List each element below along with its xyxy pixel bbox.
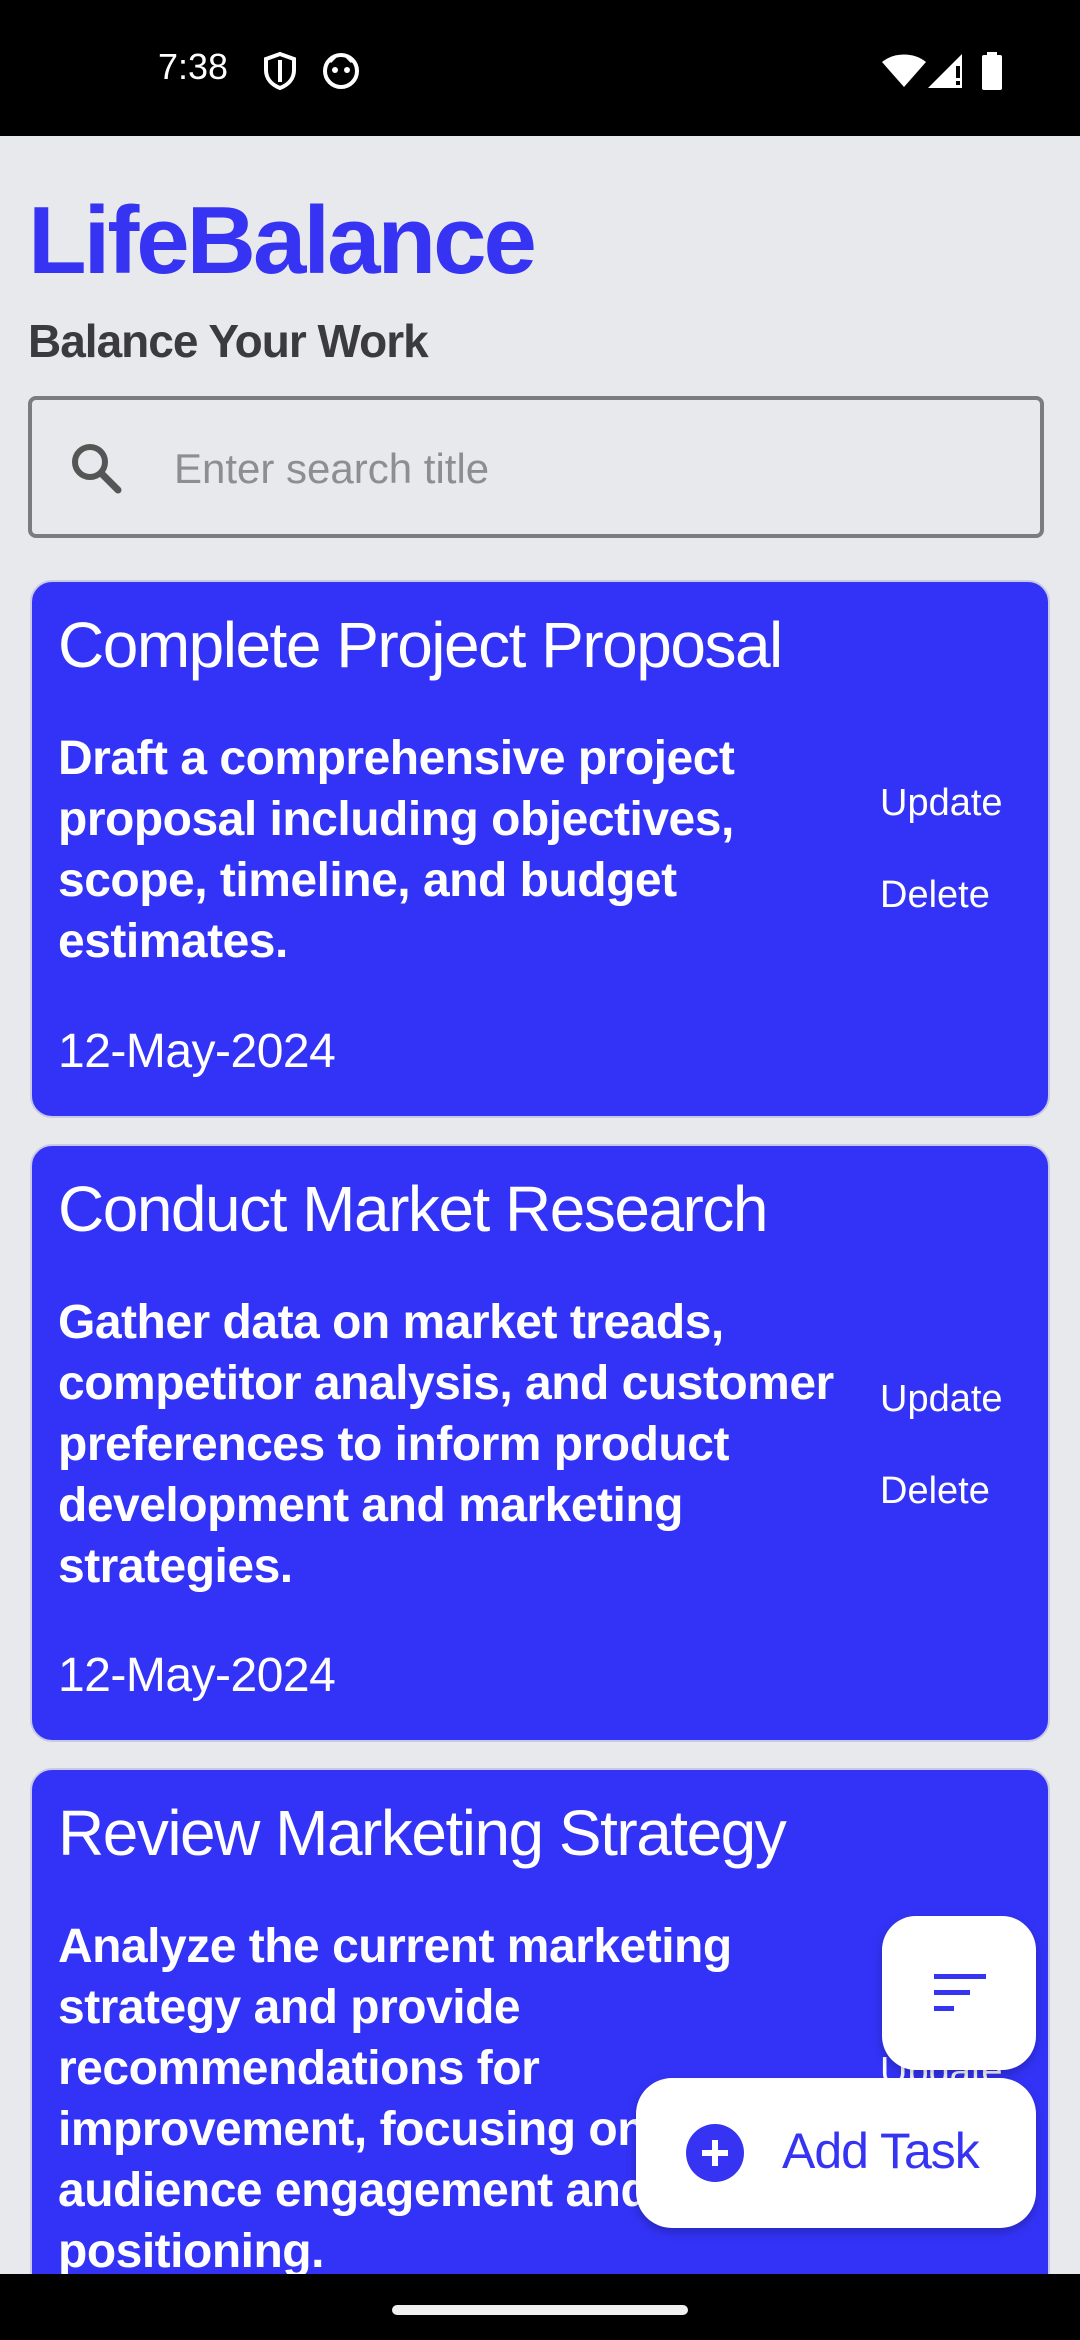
task-description: Draft a comprehensive project proposal i… [58, 732, 735, 968]
add-circle-icon [686, 2124, 744, 2182]
status-bar: 7:38 [0, 0, 1080, 136]
shield-icon [264, 52, 296, 90]
delete-button[interactable]: Delete [880, 874, 990, 917]
task-date: 12-May-2024 [58, 1649, 336, 1702]
delete-button[interactable]: Delete [880, 1470, 990, 1513]
search-input[interactable] [172, 432, 996, 506]
filter-button[interactable] [882, 1916, 1036, 2070]
search-icon [72, 444, 122, 494]
task-card[interactable]: Conduct Market Research Gather data on m… [30, 1144, 1050, 1742]
search-box[interactable] [28, 396, 1044, 538]
task-description: Gather data on market treads, competitor… [58, 1296, 834, 1593]
task-title: Complete Project Proposal [58, 609, 783, 681]
add-task-button[interactable]: Add Task [636, 2078, 1036, 2228]
task-card[interactable]: Complete Project Proposal Draft a compre… [30, 580, 1050, 1118]
wifi-icon [882, 54, 926, 87]
update-button[interactable]: Update [880, 1378, 1003, 1421]
update-button[interactable]: Update [880, 782, 1003, 825]
status-time: 7:38 [158, 46, 229, 87]
battery-icon [982, 52, 1002, 90]
task-description: Analyze the current marketing strategy a… [58, 1920, 732, 2278]
sort-icon [934, 1974, 986, 2011]
task-title: Review Marketing Strategy [58, 1797, 787, 1869]
assistant-icon [323, 53, 359, 89]
home-indicator[interactable] [392, 2305, 688, 2315]
app-title: LifeBalance [28, 187, 537, 294]
task-date: 12-May-2024 [58, 1025, 336, 1078]
app-subtitle: Balance Your Work [28, 315, 429, 367]
add-task-label: Add Task [782, 2123, 980, 2179]
signal-icon [928, 54, 962, 88]
task-title: Conduct Market Research [58, 1173, 768, 1245]
